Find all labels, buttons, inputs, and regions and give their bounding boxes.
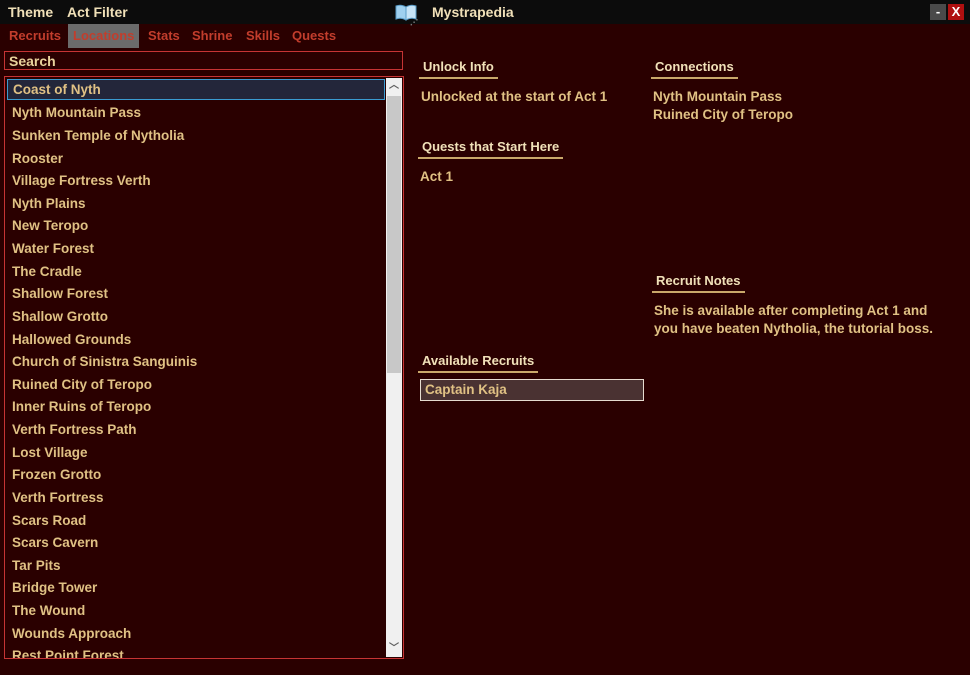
tab-shrine[interactable]: Shrine: [187, 24, 237, 48]
list-item[interactable]: Wounds Approach: [7, 623, 385, 644]
list-scrollbar[interactable]: ︿ ﹀: [386, 78, 402, 657]
list-item[interactable]: Church of Sinistra Sanguinis: [7, 351, 385, 372]
recruit-notes-line: you have beaten Nytholia, the tutorial b…: [654, 321, 934, 336]
list-item[interactable]: Frozen Grotto: [7, 464, 385, 485]
scroll-down-icon[interactable]: ﹀: [386, 641, 402, 657]
menu-act-filter[interactable]: Act Filter: [67, 4, 128, 20]
list-item[interactable]: Village Fortress Verth: [7, 170, 385, 191]
connection-item: Nyth Mountain Pass: [653, 89, 783, 104]
list-item[interactable]: The Wound: [7, 600, 385, 621]
quests-heading: Quests that Start Here: [418, 139, 564, 159]
list-item[interactable]: Nyth Plains: [7, 193, 385, 214]
list-item[interactable]: Shallow Grotto: [7, 306, 385, 327]
list-item[interactable]: Lost Village: [7, 442, 385, 463]
unlock-info-heading: Unlock Info: [419, 59, 498, 79]
list-item[interactable]: Shallow Forest: [7, 283, 385, 304]
tab-stats[interactable]: Stats: [143, 24, 185, 48]
list-item[interactable]: Scars Cavern: [7, 532, 385, 553]
menu-theme[interactable]: Theme: [8, 4, 53, 20]
list-item[interactable]: Rest Point Forest: [7, 645, 385, 658]
minimize-button[interactable]: -: [930, 4, 946, 20]
scrollbar-thumb[interactable]: [387, 96, 401, 373]
list-item[interactable]: Nyth Mountain Pass: [7, 102, 385, 123]
tab-quests[interactable]: Quests: [287, 24, 341, 48]
list-item[interactable]: Verth Fortress: [7, 487, 385, 508]
recruit-notes-heading: Recruit Notes: [652, 273, 745, 293]
search-input[interactable]: [4, 51, 403, 70]
scroll-up-icon[interactable]: ︿: [386, 78, 402, 94]
list-item[interactable]: Verth Fortress Path: [7, 419, 385, 440]
list-item[interactable]: The Cradle: [7, 261, 385, 282]
app-title: Mystrapedia: [432, 4, 514, 20]
list-item[interactable]: Inner Ruins of Teropo: [7, 396, 385, 417]
tab-recruits[interactable]: Recruits: [4, 24, 66, 48]
tab-locations[interactable]: Locations: [68, 24, 140, 48]
connection-item: Ruined City of Teropo: [653, 107, 793, 122]
list-item[interactable]: Hallowed Grounds: [7, 329, 385, 350]
connections-heading: Connections: [651, 59, 738, 79]
drag-grip-icon: ⋰: [410, 18, 418, 27]
tab-skills[interactable]: Skills: [241, 24, 285, 48]
list-item[interactable]: Coast of Nyth: [7, 79, 385, 100]
list-item[interactable]: Sunken Temple of Nytholia: [7, 125, 385, 146]
list-item[interactable]: Tar Pits: [7, 555, 385, 576]
list-item[interactable]: New Teropo: [7, 215, 385, 236]
close-button[interactable]: X: [948, 4, 964, 20]
list-item[interactable]: Water Forest: [7, 238, 385, 259]
available-recruits-heading: Available Recruits: [418, 353, 539, 373]
recruit-list-item[interactable]: Captain Kaja: [420, 379, 644, 401]
list-item[interactable]: Ruined City of Teropo: [7, 374, 385, 395]
list-item[interactable]: Bridge Tower: [7, 577, 385, 598]
location-list: Coast of Nyth Nyth Mountain Pass Sunken …: [4, 76, 404, 659]
recruit-notes-line: She is available after completing Act 1 …: [654, 303, 928, 318]
unlock-info-text: Unlocked at the start of Act 1: [421, 89, 608, 104]
list-item[interactable]: Scars Road: [7, 510, 385, 531]
list-item[interactable]: Rooster: [7, 148, 385, 169]
quest-item: Act 1: [420, 169, 454, 184]
title-bar: Theme Act Filter ⋰ Mystrapedia - X: [0, 0, 970, 27]
